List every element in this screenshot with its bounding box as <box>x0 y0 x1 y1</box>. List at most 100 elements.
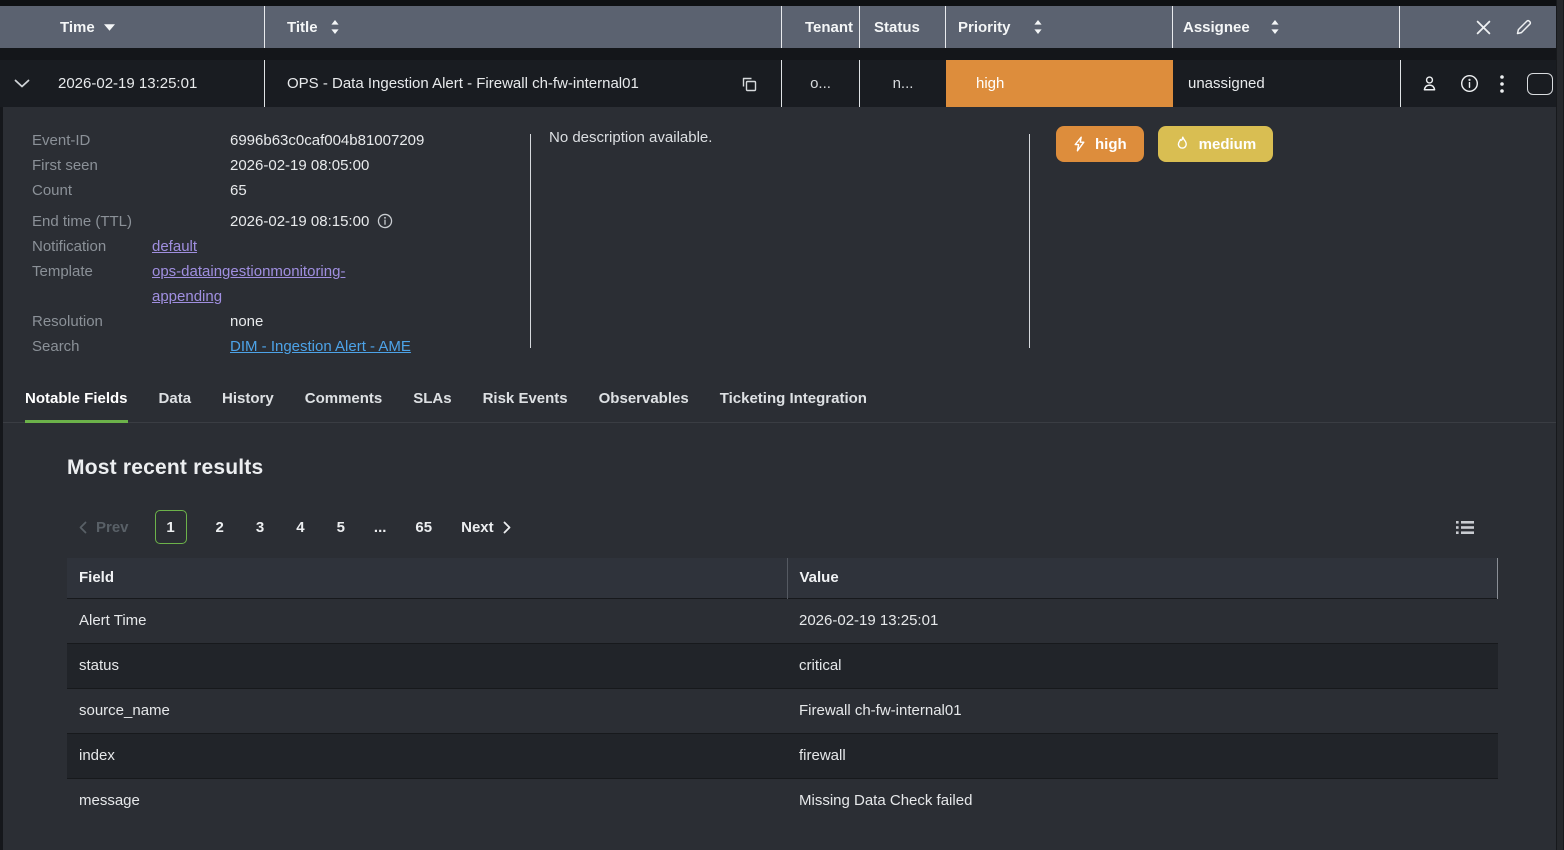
priority-badge: high <box>946 60 1173 107</box>
column-header-assignee[interactable]: Assignee <box>1173 6 1400 48</box>
search-link[interactable]: DIM - Ingestion Alert - AME <box>230 338 411 355</box>
table-row: status critical <box>67 643 1498 688</box>
ttl-info-icon[interactable] <box>377 213 393 229</box>
field-label: Event-ID <box>32 128 230 153</box>
field-cell: Alert Time <box>67 598 787 643</box>
column-label-time: Time <box>60 19 95 36</box>
table-row: index firewall <box>67 733 1498 778</box>
flame-icon <box>1175 136 1190 152</box>
field-end-time: End time (TTL) 2026-02-19 08:15:00 <box>32 209 530 234</box>
pagination-prev-button[interactable]: Prev <box>79 519 129 536</box>
table-row: message Missing Data Check failed <box>67 778 1498 823</box>
field-event-id: Event-ID 6996b63c0caf004b81007209 <box>32 128 530 153</box>
table-header-row: Field Value <box>67 558 1498 598</box>
value-cell: Missing Data Check failed <box>787 778 1498 823</box>
pagination-page-5[interactable]: 5 <box>334 519 348 536</box>
tab-ticketing-integration[interactable]: Ticketing Integration <box>720 390 867 422</box>
field-search: Search DIM - Ingestion Alert - AME <box>32 334 530 359</box>
field-value: none <box>230 309 263 334</box>
field-value: 2026-02-19 08:15:00 <box>230 209 393 234</box>
pagination-page-1[interactable]: 1 <box>155 510 187 544</box>
kebab-menu-icon[interactable] <box>1500 75 1504 93</box>
alert-tenant-cell: o... <box>782 60 860 107</box>
sort-both-icon <box>1270 19 1280 35</box>
edit-pencil-icon[interactable] <box>1515 19 1532 36</box>
copy-icon[interactable] <box>741 76 757 92</box>
notification-default-link[interactable]: default <box>152 234 392 259</box>
tab-slas[interactable]: SLAs <box>413 390 451 422</box>
list-view-icon[interactable] <box>1456 520 1474 535</box>
alert-description: No description available. <box>531 128 1029 359</box>
value-column-header: Value <box>787 558 1498 598</box>
table-row: Alert Time 2026-02-19 13:25:01 <box>67 598 1498 643</box>
column-header-priority[interactable]: Priority <box>946 6 1173 48</box>
alert-title-cell: OPS - Data Ingestion Alert - Firewall ch… <box>265 60 782 107</box>
column-label-status: Status <box>874 19 920 36</box>
assign-user-icon[interactable] <box>1420 74 1439 93</box>
field-first-seen: First seen 2026-02-19 08:05:00 <box>32 153 530 178</box>
table-row: source_name Firewall ch-fw-internal01 <box>67 688 1498 733</box>
tab-comments[interactable]: Comments <box>305 390 383 422</box>
field-label: Notification Template <box>32 234 152 309</box>
column-label-title: Title <box>287 19 318 36</box>
column-header-time[interactable]: Time <box>0 6 265 48</box>
sort-both-icon <box>1033 19 1043 35</box>
column-header-tenant[interactable]: Tenant <box>782 6 860 48</box>
notable-fields-panel: Most recent results Prev 1 2 3 4 5 ... 6… <box>3 456 1564 823</box>
column-label-priority: Priority <box>958 19 1011 36</box>
detail-fields: Event-ID 6996b63c0caf004b81007209 First … <box>3 128 530 359</box>
field-label: First seen <box>32 153 230 178</box>
pagination-next-button[interactable]: Next <box>461 519 511 536</box>
chevron-left-icon <box>79 521 87 534</box>
alert-row-actions <box>1400 60 1564 107</box>
severity-badges: high medium <box>1030 128 1564 359</box>
field-cell: index <box>67 733 787 778</box>
tab-data[interactable]: Data <box>159 390 192 422</box>
row-checkbox[interactable] <box>1527 73 1553 95</box>
pagination-row: Prev 1 2 3 4 5 ... 65 Next <box>67 510 1498 544</box>
alert-title: OPS - Data Ingestion Alert - Firewall ch… <box>287 75 639 92</box>
field-value: 65 <box>230 178 247 203</box>
tab-risk-events[interactable]: Risk Events <box>483 390 568 422</box>
next-label: Next <box>461 519 494 536</box>
column-label-assignee: Assignee <box>1183 19 1250 36</box>
alert-status-cell: n... <box>860 60 946 107</box>
lightning-icon <box>1073 136 1086 152</box>
field-column-header: Field <box>67 558 787 598</box>
urgency-badge-high: high <box>1056 126 1144 162</box>
alert-row[interactable]: 2026-02-19 13:25:01 OPS - Data Ingestion… <box>0 60 1564 107</box>
pagination-page-2[interactable]: 2 <box>213 519 227 536</box>
field-resolution: Resolution none <box>32 309 530 334</box>
alert-time-cell: 2026-02-19 13:25:01 <box>0 60 265 107</box>
chevron-down-icon[interactable] <box>13 79 31 88</box>
alert-priority-cell: high <box>946 60 1173 107</box>
value-cell: critical <box>787 643 1498 688</box>
column-header-status[interactable]: Status <box>860 6 946 48</box>
tab-observables[interactable]: Observables <box>599 390 689 422</box>
column-label-tenant: Tenant <box>805 19 853 36</box>
badge-label: high <box>1095 136 1127 153</box>
column-header-title[interactable]: Title <box>265 6 782 48</box>
header-actions <box>1400 19 1564 36</box>
detail-top: Event-ID 6996b63c0caf004b81007209 First … <box>3 107 1564 359</box>
alert-tenant: o... <box>810 75 831 92</box>
chevron-right-icon <box>503 521 511 534</box>
pagination-page-4[interactable]: 4 <box>293 519 307 536</box>
vertical-scrollbar[interactable] <box>1556 0 1564 850</box>
pagination-page-65[interactable]: 65 <box>412 519 435 536</box>
badge-label: medium <box>1199 136 1257 153</box>
field-cell: source_name <box>67 688 787 733</box>
close-icon[interactable] <box>1476 20 1491 35</box>
info-icon[interactable] <box>1460 74 1479 93</box>
notification-template-link[interactable]: ops-dataingestionmonitoring-appending <box>152 259 392 309</box>
alert-status: n... <box>893 75 914 92</box>
sort-desc-icon <box>104 24 115 31</box>
tab-notable-fields[interactable]: Notable Fields <box>25 390 128 422</box>
pagination-page-3[interactable]: 3 <box>253 519 267 536</box>
field-cell: message <box>67 778 787 823</box>
field-notification-template: Notification Template default ops-datain… <box>32 234 530 309</box>
tab-history[interactable]: History <box>222 390 274 422</box>
prev-label: Prev <box>96 519 129 536</box>
value-cell: Firewall ch-fw-internal01 <box>787 688 1498 733</box>
value-cell: 2026-02-19 13:25:01 <box>787 598 1498 643</box>
